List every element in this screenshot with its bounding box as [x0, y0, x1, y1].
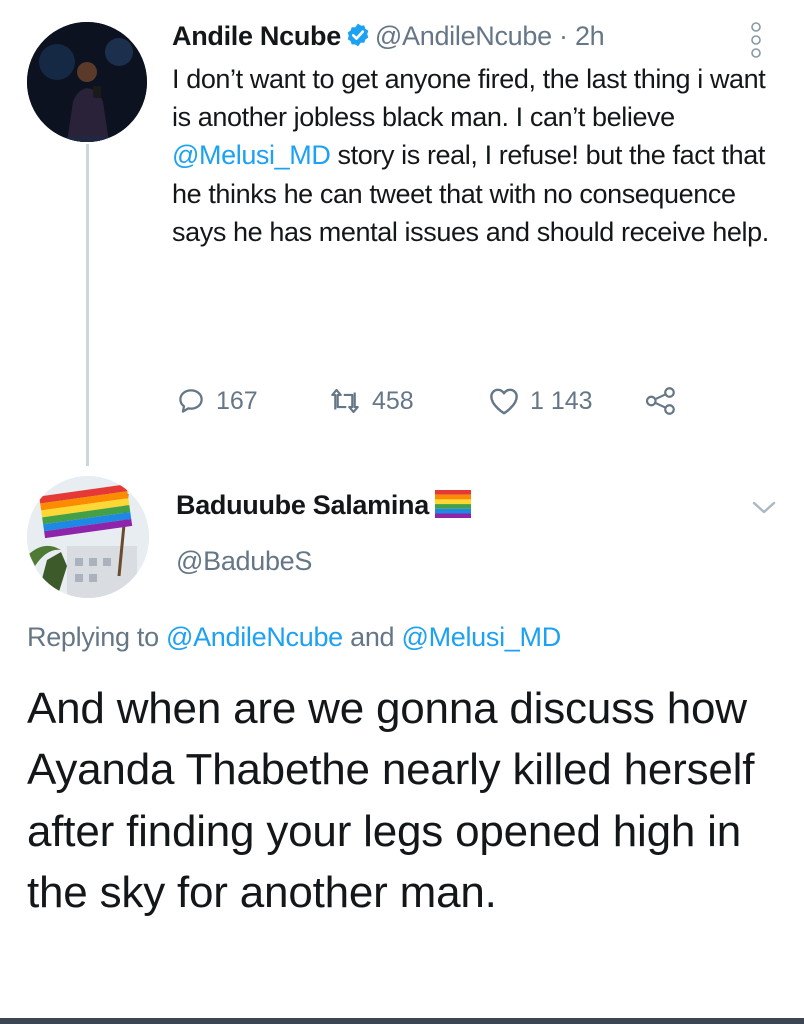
replying-and: and — [342, 622, 402, 652]
thread-connector-line — [86, 144, 89, 466]
share-icon — [644, 386, 678, 416]
reply-author-name[interactable]: Baduuube Salamina — [176, 490, 429, 520]
heart-icon — [488, 386, 520, 416]
time-separator: · — [551, 21, 575, 51]
reply-button[interactable]: 167 — [176, 386, 258, 416]
like-button[interactable]: 1 143 — [488, 386, 593, 416]
reply-author-line: Baduuube Salamina — [176, 490, 471, 521]
bottom-divider — [0, 1018, 804, 1024]
author-name[interactable]: Andile Ncube — [172, 21, 341, 51]
tweet-text-part1: I don’t want to get anyone fired, the la… — [172, 64, 766, 133]
tweet-header: Andile Ncube @AndileNcube · 2h — [172, 18, 605, 57]
mention-link[interactable]: @Melusi_MD — [172, 140, 331, 170]
more-dots-icon[interactable] — [749, 20, 763, 60]
avatar-baduuube[interactable] — [27, 476, 149, 598]
tweet-text: I don’t want to get anyone fired, the la… — [172, 60, 772, 251]
retweet-icon — [328, 386, 362, 416]
rainbow-flag-icon — [434, 490, 471, 518]
chevron-down-icon[interactable] — [751, 499, 777, 522]
replying-mention-2[interactable]: @Melusi_MD — [401, 622, 561, 652]
replying-to-line: Replying to @AndileNcube and @Melusi_MD — [27, 622, 561, 653]
author-handle[interactable]: @AndileNcube — [375, 21, 552, 51]
retweet-count: 458 — [372, 386, 414, 415]
reply-count: 167 — [216, 386, 258, 415]
like-count: 1 143 — [530, 386, 593, 415]
speech-bubble-icon — [176, 386, 206, 416]
tweet-time[interactable]: 2h — [575, 21, 605, 51]
replying-prefix: Replying to — [27, 622, 166, 652]
avatar-andile[interactable] — [27, 22, 147, 142]
retweet-button[interactable]: 458 — [328, 386, 414, 416]
replying-mention-1[interactable]: @AndileNcube — [166, 622, 343, 652]
share-button[interactable] — [644, 386, 678, 416]
reply-text: And when are we gonna discuss how Ayanda… — [27, 684, 755, 917]
reply-author-handle[interactable]: @BadubeS — [176, 546, 312, 577]
verified-badge-icon — [345, 21, 371, 57]
